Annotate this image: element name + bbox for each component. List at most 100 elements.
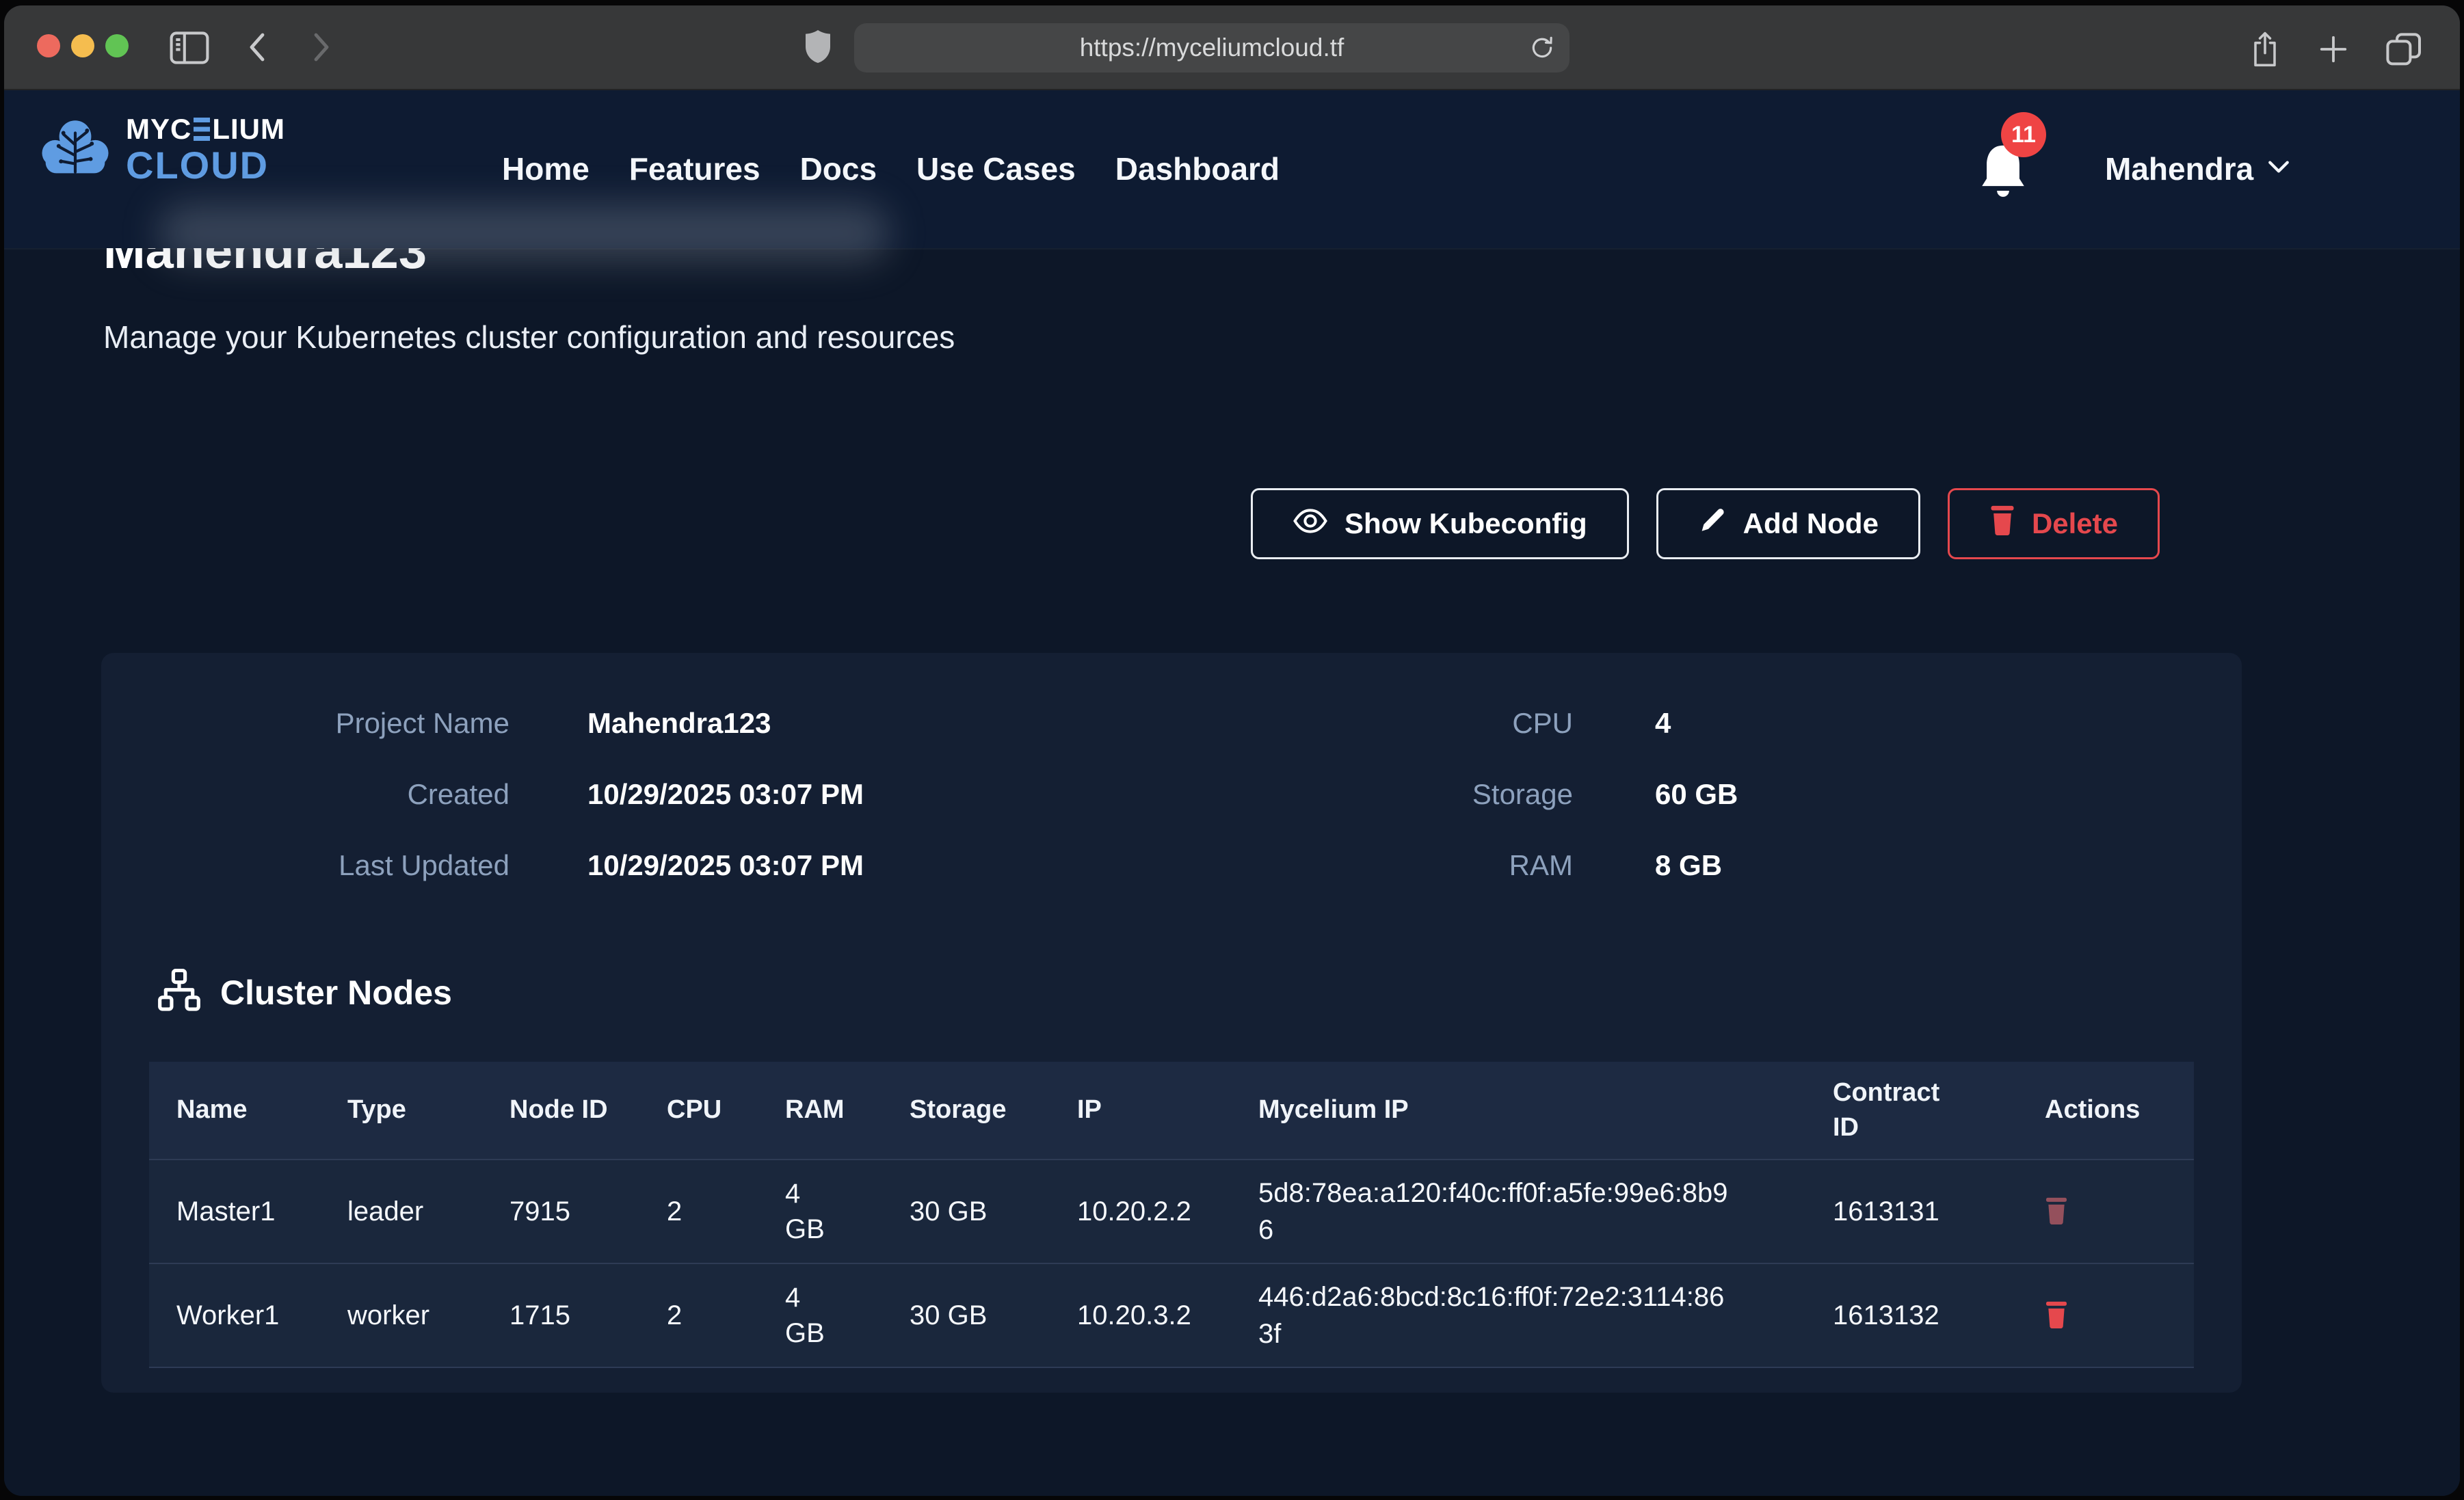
- delete-node-button[interactable]: [2045, 1197, 2068, 1227]
- cell-contract-id: 1613131: [1805, 1160, 2017, 1263]
- cell-contract-id: 1613132: [1805, 1264, 2017, 1367]
- table-row: Master1 leader 7915 2 4 GB 30 GB 10.20.2…: [149, 1160, 2194, 1264]
- cell-cpu: 2: [639, 1264, 758, 1367]
- cluster-nodes-title: Cluster Nodes: [220, 973, 452, 1013]
- cell-ram: 4 GB: [758, 1264, 882, 1367]
- cell-mycelium-ip: 5d8:78ea:a120:f40c:ff0f:a5fe:99e6:8b96: [1231, 1160, 1805, 1263]
- traffic-lights: [37, 34, 129, 57]
- plus-icon: [2318, 57, 2349, 67]
- cell-type: leader: [320, 1160, 482, 1263]
- nav-docs[interactable]: Docs: [800, 150, 877, 187]
- info-value: Mahendra123: [587, 707, 771, 740]
- user-menu[interactable]: Mahendra: [2105, 89, 2290, 248]
- nav-dashboard[interactable]: Dashboard: [1115, 150, 1280, 187]
- info-label: Project Name: [101, 707, 509, 740]
- col-type: Type: [320, 1062, 482, 1159]
- table-row: Worker1 worker 1715 2 4 GB 30 GB 10.20.3…: [149, 1264, 2194, 1368]
- cell-node-id: 7915: [482, 1160, 639, 1263]
- nav-home[interactable]: Home: [502, 150, 589, 187]
- cluster-actions: Show Kubeconfig Add Node Delete: [1251, 488, 2160, 559]
- table-header-row: Name Type Node ID CPU RAM Storage IP Myc…: [149, 1062, 2194, 1160]
- chevron-left-icon: [248, 55, 267, 65]
- address-bar[interactable]: https://myceliumcloud.tf: [854, 23, 1569, 72]
- sidebar-toggle-button[interactable]: [170, 31, 209, 66]
- logo-wordmark: MYCLIUM CLOUD: [126, 115, 285, 185]
- refresh-button[interactable]: [1528, 34, 1556, 64]
- cluster-nodes-table: Name Type Node ID CPU RAM Storage IP Myc…: [149, 1062, 2194, 1368]
- col-mycelium-ip: Mycelium IP: [1231, 1062, 1805, 1159]
- share-button[interactable]: [2249, 30, 2281, 70]
- user-name: Mahendra: [2105, 150, 2253, 187]
- chevron-right-icon: [312, 55, 331, 65]
- show-kubeconfig-label: Show Kubeconfig: [1344, 507, 1587, 540]
- trash-icon: [1989, 505, 2015, 542]
- cell-name: Worker1: [149, 1264, 320, 1367]
- page-viewport: Mahendra123 Manage your Kubernetes clust…: [4, 89, 2460, 1496]
- info-label: Created: [101, 778, 509, 811]
- info-value: 10/29/2025 03:07 PM: [587, 849, 864, 882]
- tabs-icon: [2386, 57, 2422, 68]
- info-label: RAM: [1165, 849, 1573, 882]
- col-name: Name: [149, 1062, 320, 1159]
- col-cpu: CPU: [639, 1062, 758, 1159]
- pencil-icon: [1698, 506, 1727, 541]
- sidebar-icon: [170, 56, 209, 66]
- zoom-button[interactable]: [105, 34, 129, 57]
- info-value: 4: [1655, 707, 1671, 740]
- info-value: 60 GB: [1655, 778, 1738, 811]
- info-value: 8 GB: [1655, 849, 1722, 882]
- back-button[interactable]: [248, 31, 267, 65]
- col-contract-id: Contract ID: [1805, 1062, 2017, 1159]
- notifications-button[interactable]: 11: [1975, 139, 2050, 222]
- minimize-button[interactable]: [71, 34, 94, 57]
- main-nav: Home Features Docs Use Cases Dashboard: [502, 89, 1280, 248]
- show-kubeconfig-button[interactable]: Show Kubeconfig: [1251, 488, 1629, 559]
- info-label: CPU: [1165, 707, 1573, 740]
- info-label: Storage: [1165, 778, 1573, 811]
- forward-button[interactable]: [312, 31, 331, 65]
- cell-cpu: 2: [639, 1160, 758, 1263]
- cell-node-id: 1715: [482, 1264, 639, 1367]
- logo-line2: CLOUD: [126, 146, 285, 185]
- add-node-button[interactable]: Add Node: [1656, 488, 1920, 559]
- trash-icon: [2045, 1216, 2068, 1227]
- eye-icon: [1293, 507, 1328, 540]
- new-tab-button[interactable]: [2318, 34, 2349, 67]
- close-button[interactable]: [37, 34, 60, 57]
- cell-type: worker: [320, 1264, 482, 1367]
- delete-cluster-button[interactable]: Delete: [1948, 488, 2160, 559]
- chrome-right-controls: [2249, 30, 2422, 70]
- network-icon: [157, 969, 201, 1016]
- bell-icon: [1975, 196, 2031, 208]
- info-value: 10/29/2025 03:07 PM: [587, 778, 864, 811]
- info-row-last-updated: Last Updated 10/29/2025 03:07 PM: [101, 830, 864, 901]
- info-row-storage: Storage 60 GB: [1165, 759, 1738, 830]
- col-node-id: Node ID: [482, 1062, 639, 1159]
- nav-features[interactable]: Features: [629, 150, 760, 187]
- tab-overview-button[interactable]: [2386, 33, 2422, 68]
- cluster-nodes-heading: Cluster Nodes: [157, 969, 452, 1016]
- cluster-info-right: CPU 4 Storage 60 GB RAM 8 GB: [1165, 688, 1738, 901]
- nav-use-cases[interactable]: Use Cases: [916, 150, 1076, 187]
- site-logo[interactable]: MYCLIUM CLOUD: [40, 115, 285, 185]
- delete-node-button[interactable]: [2045, 1301, 2068, 1330]
- cell-mycelium-ip: 446:d2a6:8bcd:8c16:ff0f:72e2:3114:863f: [1231, 1264, 1805, 1367]
- logo-e-bars: [194, 118, 210, 141]
- col-storage: Storage: [882, 1062, 1050, 1159]
- page-subtitle: Manage your Kubernetes cluster configura…: [103, 319, 955, 356]
- col-ip: IP: [1050, 1062, 1231, 1159]
- cell-storage: 30 GB: [882, 1160, 1050, 1263]
- trash-icon: [2045, 1320, 2068, 1330]
- col-actions: Actions: [2017, 1062, 2194, 1159]
- chevron-down-icon: [2267, 159, 2290, 178]
- cell-actions: [2017, 1160, 2194, 1263]
- add-node-label: Add Node: [1743, 507, 1879, 540]
- share-icon: [2249, 60, 2281, 70]
- info-row-cpu: CPU 4: [1165, 688, 1738, 759]
- mycelium-logo-icon: [40, 116, 111, 184]
- cell-ram: 4 GB: [758, 1160, 882, 1263]
- delete-label: Delete: [2032, 507, 2118, 540]
- cell-ip: 10.20.2.2: [1050, 1160, 1231, 1263]
- page-content: Mahendra123 Manage your Kubernetes clust…: [4, 89, 2460, 1496]
- privacy-shield-icon[interactable]: [804, 29, 832, 68]
